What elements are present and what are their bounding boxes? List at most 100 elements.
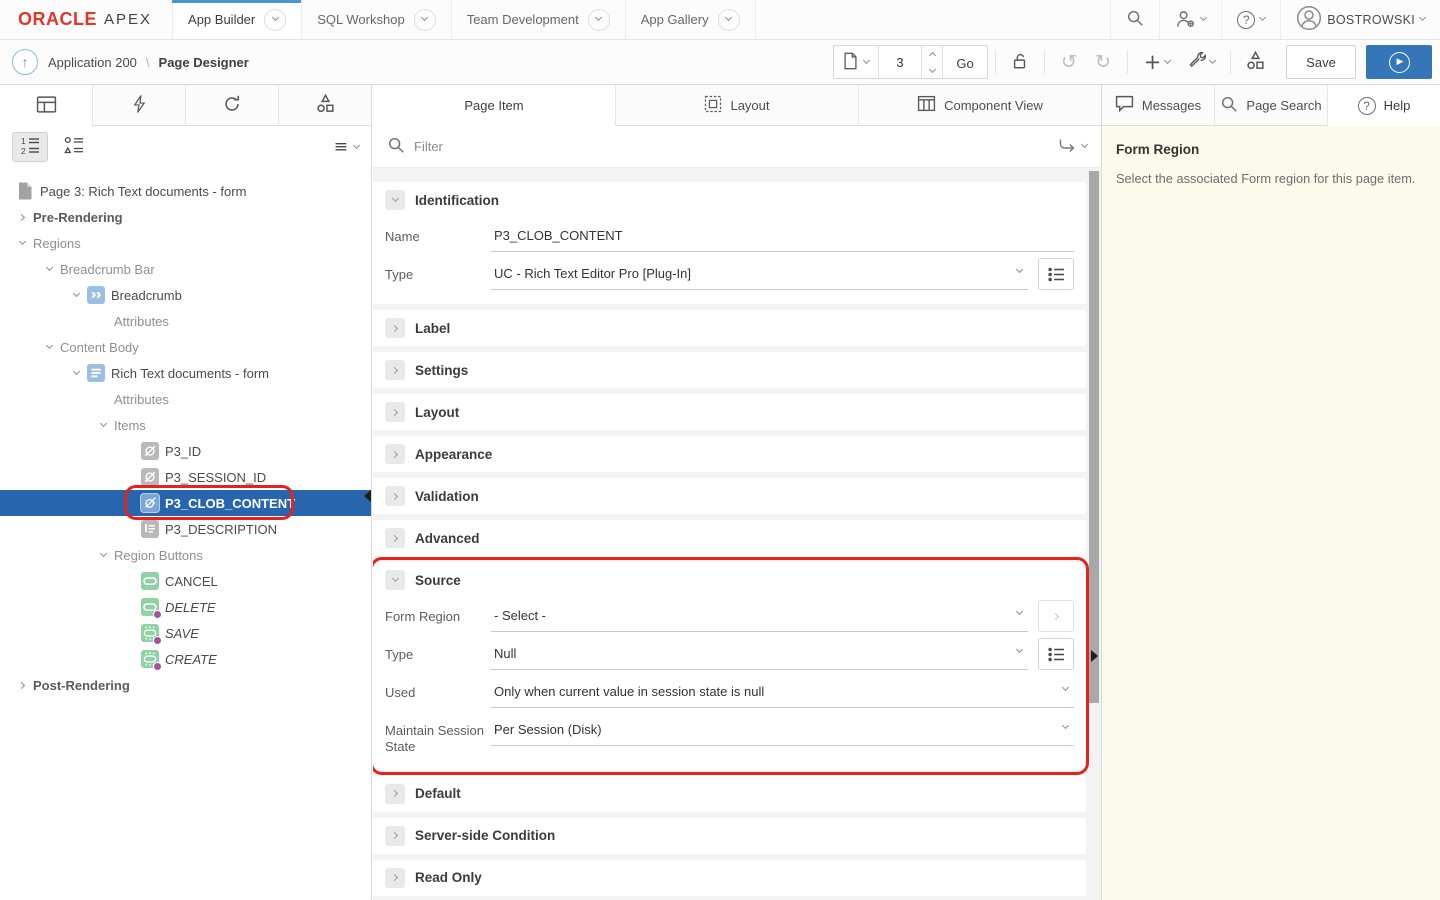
- chevron-down-icon[interactable]: [70, 295, 82, 296]
- chevron-right-icon[interactable]: [385, 318, 405, 338]
- order-by-processing-toggle[interactable]: 12: [12, 132, 48, 162]
- center-scrollbar-thumb[interactable]: [1089, 171, 1099, 703]
- chevron-down-icon[interactable]: [588, 9, 610, 31]
- breadcrumb-application[interactable]: Application 200: [48, 55, 137, 70]
- tab-layout[interactable]: Layout: [616, 85, 859, 126]
- tree-item-p3-session-id[interactable]: P3_SESSION_ID: [0, 464, 371, 490]
- chevron-right-icon[interactable]: [385, 868, 405, 888]
- group-by-type-toggle[interactable]: [56, 132, 92, 162]
- utilities-menu-button[interactable]: [1179, 45, 1223, 79]
- chevron-down-icon[interactable]: [385, 190, 405, 210]
- section-header-validation[interactable]: Validation: [373, 478, 1086, 514]
- chevron-down-icon[interactable]: [97, 425, 109, 426]
- maintain-session-state-select[interactable]: Per Session (Disk): [491, 714, 1074, 746]
- tree-item-attributes[interactable]: Attributes: [0, 386, 371, 412]
- administration-button[interactable]: [1159, 0, 1221, 39]
- section-header-identification[interactable]: Identification: [373, 182, 1086, 218]
- chevron-right-icon[interactable]: [385, 826, 405, 846]
- right-splitter-collapse-handle[interactable]: [1091, 650, 1098, 662]
- section-header-server-side-condition[interactable]: Server-side Condition: [373, 818, 1086, 854]
- tree-item-cancel[interactable]: CANCEL: [0, 568, 371, 594]
- tree-item-items[interactable]: Items: [0, 412, 371, 438]
- chevron-right-icon[interactable]: [385, 402, 405, 422]
- page-number-input[interactable]: 3: [879, 46, 921, 78]
- tree-item-breadcrumb[interactable]: Breadcrumb: [0, 282, 371, 308]
- help-menu-button[interactable]: ?: [1221, 0, 1280, 39]
- undo-button[interactable]: ↺: [1052, 45, 1086, 79]
- tree-menu-button[interactable]: ≡: [334, 139, 359, 156]
- section-header-source[interactable]: Source: [373, 562, 1086, 598]
- chevron-right-icon[interactable]: [385, 528, 405, 548]
- section-header-read-only[interactable]: Read Only: [373, 860, 1086, 896]
- chevron-down-icon[interactable]: [414, 9, 436, 31]
- tree-item-breadcrumb-bar[interactable]: Breadcrumb Bar: [0, 256, 371, 282]
- list-of-values-button[interactable]: [1038, 258, 1074, 290]
- tab-messages[interactable]: Messages: [1102, 85, 1215, 126]
- chevron-down-icon[interactable]: [70, 373, 82, 374]
- shared-components-button[interactable]: [1238, 45, 1272, 79]
- save-button[interactable]: Save: [1286, 45, 1356, 79]
- nav-tab-app-builder[interactable]: App Builder: [172, 0, 302, 39]
- go-to-region-button[interactable]: [1038, 600, 1074, 632]
- form-region-select[interactable]: - Select -: [491, 600, 1028, 632]
- nav-tab-team-development[interactable]: Team Development: [452, 0, 626, 39]
- run-page-button[interactable]: ▶: [1366, 45, 1432, 79]
- tab-dynamic-actions[interactable]: [93, 85, 186, 126]
- chevron-right-icon[interactable]: [16, 215, 28, 220]
- chevron-right-icon[interactable]: [385, 486, 405, 506]
- nav-tab-app-gallery[interactable]: App Gallery: [626, 0, 756, 39]
- tree-item-region-buttons[interactable]: Region Buttons: [0, 542, 371, 568]
- lock-page-button[interactable]: [1003, 45, 1037, 79]
- stepper-up-button[interactable]: [922, 46, 942, 62]
- tree-item-save[interactable]: SAVE: [0, 620, 371, 646]
- chevron-down-icon[interactable]: [718, 9, 740, 31]
- used-select[interactable]: Only when current value in session state…: [491, 676, 1074, 708]
- chevron-down-icon[interactable]: [16, 243, 28, 244]
- tab-page-search[interactable]: Page Search: [1215, 85, 1328, 126]
- name-input[interactable]: P3_CLOB_CONTENT: [491, 220, 1074, 252]
- tree-item-p3-description[interactable]: P3_DESCRIPTION: [0, 516, 371, 542]
- left-splitter-collapse-handle[interactable]: [364, 490, 371, 502]
- go-to-group-button[interactable]: [1057, 137, 1087, 157]
- chevron-down-icon[interactable]: [264, 9, 286, 31]
- tree-item-attributes[interactable]: Attributes: [0, 308, 371, 334]
- section-header-settings[interactable]: Settings: [373, 352, 1086, 388]
- tree-item-p3-clob-content[interactable]: P3_CLOB_CONTENT: [0, 490, 371, 516]
- create-menu-button[interactable]: +: [1135, 45, 1179, 79]
- tree-item-page-3-rich-text-documents-form[interactable]: Page 3: Rich Text documents - form: [0, 178, 371, 204]
- section-header-default[interactable]: Default: [373, 776, 1086, 812]
- type-select[interactable]: UC - Rich Text Editor Pro [Plug-In]: [491, 258, 1028, 290]
- chevron-down-icon[interactable]: [385, 570, 405, 590]
- tab-page-shared-components[interactable]: [279, 85, 371, 126]
- up-level-button[interactable]: ↑: [12, 49, 38, 75]
- list-of-values-button[interactable]: [1038, 638, 1074, 670]
- tree-item-pre-rendering[interactable]: Pre-Rendering: [0, 204, 371, 230]
- chevron-down-icon[interactable]: [43, 269, 55, 270]
- tree-item-delete[interactable]: DELETE: [0, 594, 371, 620]
- tab-page-item[interactable]: Page Item: [373, 85, 616, 126]
- go-button[interactable]: Go: [943, 46, 987, 79]
- tree-item-rich-text-documents-form[interactable]: Rich Text documents - form: [0, 360, 371, 386]
- chevron-right-icon[interactable]: [16, 683, 28, 688]
- type-select[interactable]: Null: [491, 638, 1028, 670]
- tree-item-content-body[interactable]: Content Body: [0, 334, 371, 360]
- page-picker-button[interactable]: [834, 46, 879, 78]
- section-header-label[interactable]: Label: [373, 310, 1086, 346]
- redo-button[interactable]: ↻: [1086, 45, 1120, 79]
- chevron-right-icon[interactable]: [385, 784, 405, 804]
- tree-item-post-rendering[interactable]: Post-Rendering: [0, 672, 371, 698]
- tab-rendering[interactable]: [0, 85, 93, 126]
- filter-input[interactable]: [414, 139, 1048, 154]
- tree-item-create[interactable]: CREATE: [0, 646, 371, 672]
- chevron-right-icon[interactable]: [385, 444, 405, 464]
- global-search-button[interactable]: [1110, 0, 1159, 39]
- section-header-advanced[interactable]: Advanced: [373, 520, 1086, 556]
- nav-tab-sql-workshop[interactable]: SQL Workshop: [302, 0, 451, 39]
- section-header-layout[interactable]: Layout: [373, 394, 1086, 430]
- tab-help[interactable]: ?Help: [1328, 85, 1440, 126]
- chevron-down-icon[interactable]: [97, 555, 109, 556]
- stepper-down-button[interactable]: [922, 62, 942, 78]
- user-menu-button[interactable]: BOSTROWSKI: [1280, 0, 1440, 39]
- chevron-right-icon[interactable]: [385, 360, 405, 380]
- section-header-appearance[interactable]: Appearance: [373, 436, 1086, 472]
